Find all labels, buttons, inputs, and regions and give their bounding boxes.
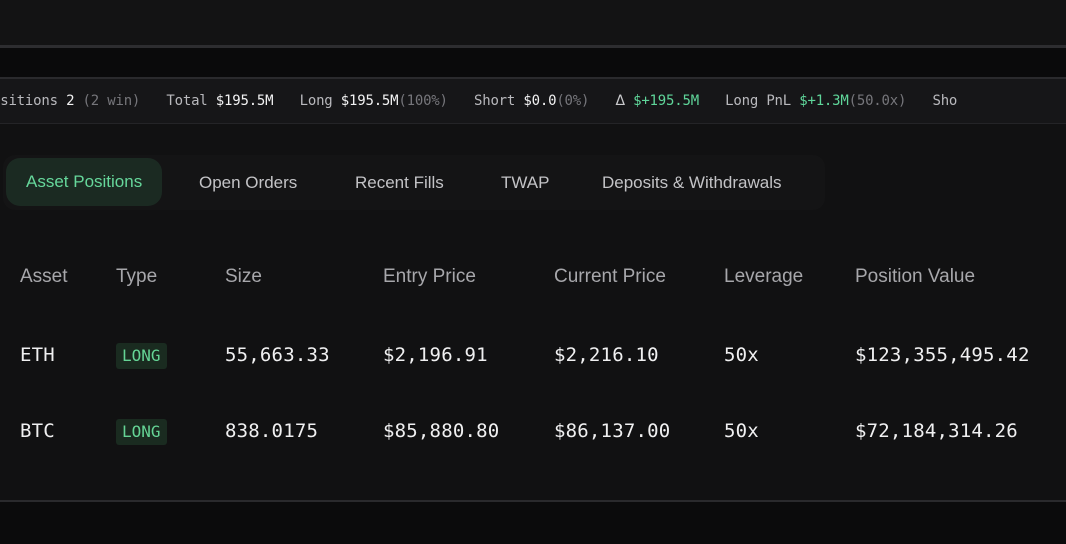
stat-short-pnl: Sho: [932, 79, 957, 123]
stat-sub: (50.0x): [848, 93, 907, 109]
column-header-entry-price[interactable]: Entry Price: [383, 266, 476, 288]
stat-short: Short $0.0(0%): [474, 79, 589, 123]
tab-deposits-withdrawals[interactable]: Deposits & Withdrawals: [602, 155, 782, 210]
stat-total: Total $195.5M: [166, 79, 273, 123]
stat-label: Total: [166, 93, 208, 109]
cell-position-value: $72,184,314.26: [855, 420, 1018, 442]
stat-long-pnl: Long PnL $+1.3M(50.0x): [725, 79, 906, 123]
cell-leverage: 50x: [724, 344, 759, 366]
cell-entry-price: $2,196.91: [383, 344, 488, 366]
stat-long: Long $195.5M(100%): [300, 79, 448, 123]
stat-label: Sho: [932, 93, 958, 109]
column-header-position-value[interactable]: Position Value: [855, 266, 975, 288]
stat-label: Long: [299, 93, 333, 109]
stat-label: ositions: [0, 93, 58, 109]
spacer: [0, 48, 1066, 78]
column-header-leverage[interactable]: Leverage: [724, 266, 803, 288]
stat-label: Long PnL: [725, 93, 792, 109]
type-badge: LONG: [116, 419, 167, 445]
tab-twap[interactable]: TWAP: [501, 155, 549, 210]
stats-bar: ositions 2 (2 win) Total $195.5M Long $1…: [0, 79, 1066, 123]
delta-icon: Δ: [615, 93, 625, 109]
stat-value: 2: [66, 93, 75, 109]
top-panel: [0, 0, 1066, 46]
stat-value: $0.0: [523, 93, 557, 109]
stat-positions: ositions 2 (2 win): [0, 79, 140, 123]
cell-size: 838.0175: [225, 420, 319, 442]
column-header-type[interactable]: Type: [116, 266, 157, 288]
bottom-panel: [0, 502, 1066, 544]
cell-entry-price: $85,880.80: [383, 420, 500, 442]
stat-value: $+1.3M: [799, 93, 849, 109]
tab-bar: Asset Positions Open Orders Recent Fills…: [3, 155, 825, 210]
cell-asset: ETH: [20, 344, 55, 366]
column-header-asset[interactable]: Asset: [20, 266, 68, 288]
tab-open-orders[interactable]: Open Orders: [199, 155, 297, 210]
stat-value: $195.5M: [340, 93, 399, 109]
column-header-size[interactable]: Size: [225, 266, 262, 288]
stat-sub: (2 win): [82, 93, 141, 109]
cell-position-value: $123,355,495.42: [855, 344, 1030, 366]
column-header-current-price[interactable]: Current Price: [554, 266, 666, 288]
stat-sub: (0%): [556, 93, 590, 109]
stat-label: Short: [474, 93, 516, 109]
cell-current-price: $2,216.10: [554, 344, 659, 366]
cell-current-price: $86,137.00: [554, 420, 671, 442]
stat-value: $195.5M: [215, 93, 274, 109]
cell-leverage: 50x: [724, 420, 759, 442]
cell-size: 55,663.33: [225, 344, 330, 366]
stat-value: $+195.5M: [633, 93, 699, 109]
type-badge: LONG: [116, 343, 167, 369]
tab-asset-positions[interactable]: Asset Positions: [6, 158, 163, 206]
stat-delta: Δ $+195.5M: [615, 79, 699, 123]
tab-recent-fills[interactable]: Recent Fills: [355, 155, 444, 210]
cell-asset: BTC: [20, 420, 55, 442]
stat-sub: (100%): [398, 93, 448, 109]
